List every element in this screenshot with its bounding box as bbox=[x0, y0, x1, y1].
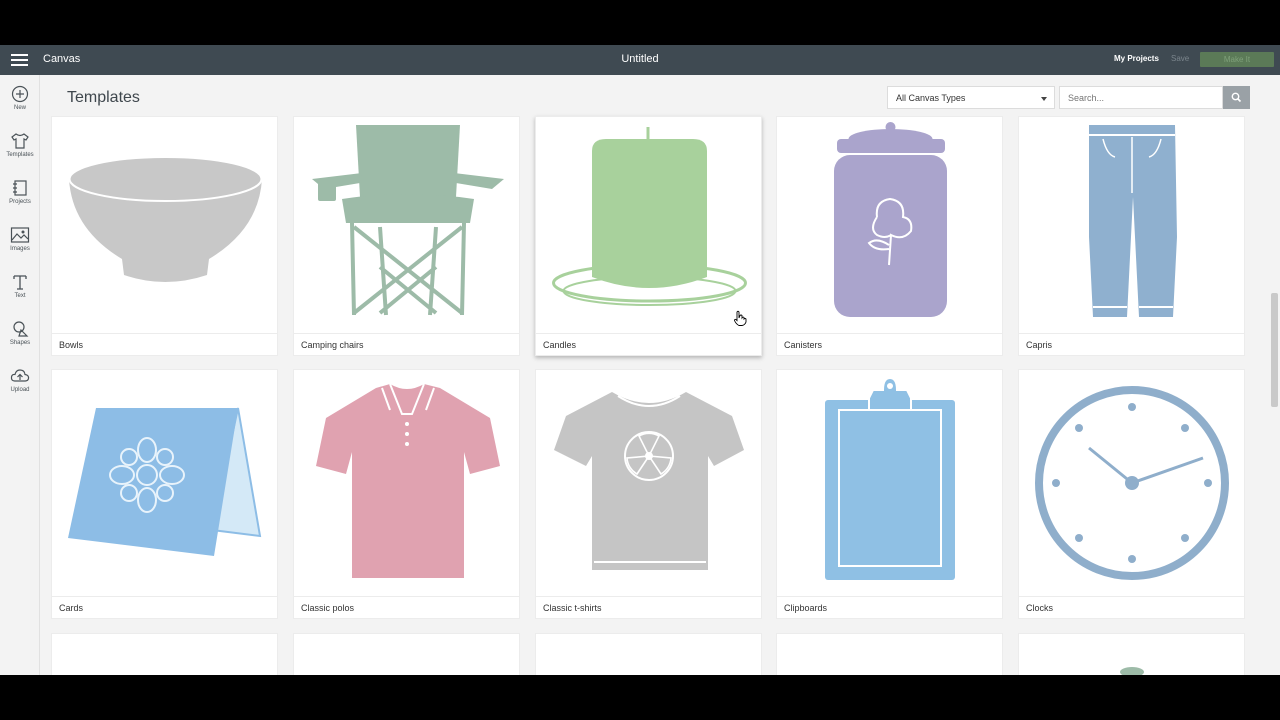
template-card[interactable] bbox=[51, 633, 278, 675]
template-card-clipboards[interactable]: Clipboards bbox=[776, 369, 1003, 619]
candle-icon bbox=[552, 127, 747, 306]
template-label: Cards bbox=[52, 596, 277, 618]
template-grid: Bowls Camping chairs Candles Canisters C… bbox=[0, 45, 1280, 675]
template-card-cards[interactable]: Cards bbox=[51, 369, 278, 619]
template-label: Capris bbox=[1019, 333, 1244, 355]
template-label: Clocks bbox=[1019, 596, 1244, 618]
template-card-candles[interactable]: Candles bbox=[535, 116, 762, 356]
tshirt-icon bbox=[554, 392, 744, 570]
hand-cursor-icon bbox=[734, 310, 747, 326]
card-icon bbox=[68, 407, 262, 556]
template-thumbnail bbox=[1120, 667, 1144, 675]
template-card[interactable] bbox=[535, 633, 762, 675]
canister-icon bbox=[834, 122, 947, 317]
template-card[interactable] bbox=[1018, 633, 1245, 675]
clock-icon bbox=[1035, 386, 1229, 580]
template-label: Classic t-shirts bbox=[536, 596, 761, 618]
app-window: Canvas Untitled My Projects Save Make It… bbox=[0, 45, 1280, 675]
template-card-camping-chairs[interactable]: Camping chairs bbox=[293, 116, 520, 356]
template-card-bowls[interactable]: Bowls bbox=[51, 116, 278, 356]
template-card-capris[interactable]: Capris bbox=[1018, 116, 1245, 356]
capris-icon bbox=[1089, 125, 1177, 317]
template-label: Bowls bbox=[52, 333, 277, 355]
template-card[interactable] bbox=[776, 633, 1003, 675]
template-card[interactable] bbox=[293, 633, 520, 675]
template-card-canisters[interactable]: Canisters bbox=[776, 116, 1003, 356]
template-card-classic-polos[interactable]: Classic polos bbox=[293, 369, 520, 619]
template-card-clocks[interactable]: Clocks bbox=[1018, 369, 1245, 619]
camping-chair-icon bbox=[312, 125, 504, 316]
template-card-classic-t-shirts[interactable]: Classic t-shirts bbox=[535, 369, 762, 619]
bowl-icon bbox=[68, 156, 263, 282]
template-label: Clipboards bbox=[777, 596, 1002, 618]
clipboard-icon bbox=[825, 376, 955, 580]
polo-icon bbox=[316, 383, 500, 578]
template-label: Candles bbox=[536, 333, 761, 355]
template-label: Camping chairs bbox=[294, 333, 519, 355]
template-label: Classic polos bbox=[294, 596, 519, 618]
template-label: Canisters bbox=[777, 333, 1002, 355]
scrollbar-thumb[interactable] bbox=[1271, 293, 1278, 407]
